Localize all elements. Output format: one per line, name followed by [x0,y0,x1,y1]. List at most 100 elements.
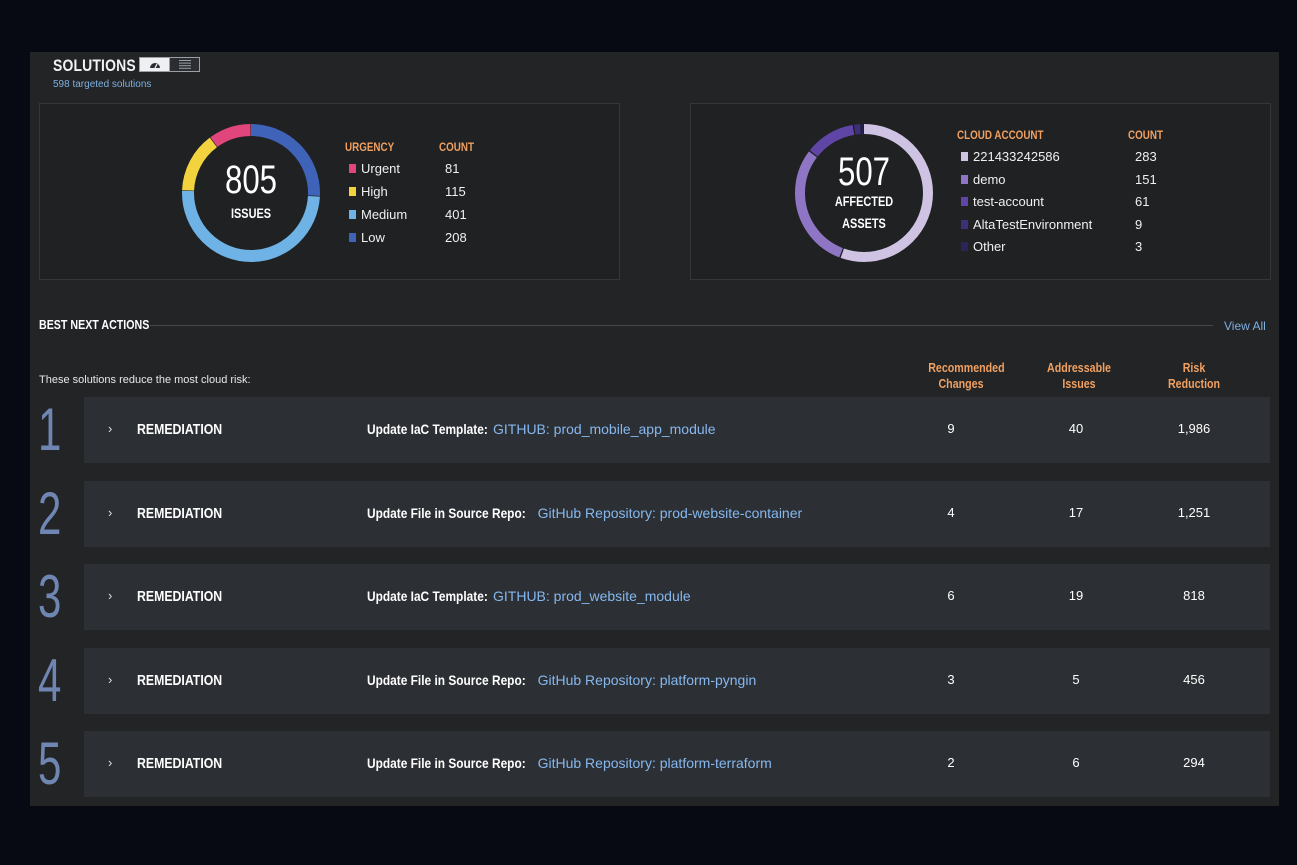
legend-count: 401 [445,207,467,222]
action-row[interactable]: › REMEDIATION Update File in Source Repo: … [84,647,1270,714]
legend-label: High [361,184,388,199]
action-verb: Update IaC Template: [367,421,488,437]
legend-count: 3 [1135,239,1143,254]
action-row[interactable]: › REMEDIATION Update File in Source Repo: … [84,731,1270,797]
issues-summary-card: 805 ISSUES URGENCY COUNT Urgent 81 High 115… [39,103,620,280]
cloud-account-legend-item: demo [961,172,1006,187]
urgency-header: URGENCY [345,140,395,154]
view-all-link[interactable]: View All [1224,319,1266,333]
action-type: REMEDIATION [137,671,223,689]
action-target-link[interactable]: GitHub Repository: prod-website-containe… [538,505,803,521]
addressable-issues-value: 5 [1072,671,1080,687]
action-row[interactable]: › REMEDIATION Update IaC Template: GITHUB:… [84,564,1270,630]
cloud-account-legend-item: AltaTestEnvironment [961,217,1092,232]
urgency-legend-item: Low [349,230,385,245]
legend-count: 283 [1135,149,1157,164]
action-rank: 5 [38,730,62,797]
legend-count: 81 [445,161,460,176]
legend-swatch [961,197,968,206]
solutions-panel: SOLUTIONS 598 targeted solutions 805 ISS… [30,52,1279,806]
action-type: REMEDIATION [137,755,223,772]
legend-swatch [349,233,356,242]
col-header-recommended-changes: Recommended Changes [928,360,1005,391]
list-icon [178,60,191,69]
issues-label: ISSUES [230,205,272,221]
legend-label: test-account [973,194,1044,209]
cloud-account-legend-item: test-account [961,194,1044,209]
cloud-account-legend-item: 221433242586 [961,149,1060,164]
legend-label: Urgent [361,161,401,176]
chevron-right-icon[interactable]: › [108,505,112,520]
cloud-account-legend-item: Other [961,239,1006,254]
list-view-button[interactable] [169,58,199,71]
action-verb: Update File in Source Repo: [367,504,526,521]
action-target-link[interactable]: GitHub Repository: platform-pyngin [538,672,757,688]
action-row[interactable]: › REMEDIATION Update IaC Template: GITHUB:… [84,397,1270,463]
urgency-count-header: COUNT [439,140,474,154]
action-verb: Update File in Source Repo: [367,671,526,688]
action-verb: Update File in Source Repo: [367,755,526,771]
col-header-addressable-issues: Addressable Issues [1046,360,1111,391]
action-target-link[interactable]: GITHUB: prod_mobile_app_module [493,421,716,437]
chevron-right-icon[interactable]: › [108,421,112,436]
legend-count: 208 [445,230,467,245]
action-rank: 3 [38,563,62,630]
action-rank: 2 [38,479,62,547]
view-toggle [139,57,200,72]
assets-label-line2: ASSETS [842,215,886,231]
addressable-issues-value: 17 [1068,504,1084,520]
action-description: Update File in Source Repo: GitHub Repos… [367,505,802,521]
cloud-account-header: CLOUD ACCOUNT [957,128,1044,142]
action-description: Update IaC Template: GITHUB: prod_websit… [367,588,691,604]
urgency-legend-item: Urgent [349,161,400,176]
urgency-legend-item: Medium [349,207,407,222]
action-rank: 4 [38,646,62,714]
action-description: Update File in Source Repo: GitHub Repos… [367,672,756,688]
legend-count: 9 [1135,216,1143,232]
legend-label: Low [361,230,385,245]
action-type: REMEDIATION [137,588,223,605]
action-description: Update IaC Template: GITHUB: prod_mobile… [367,421,716,437]
solutions-count: 598 targeted solutions [53,79,152,90]
assets-label-line1: AFFECTED [834,193,894,209]
chevron-right-icon[interactable]: › [108,672,112,687]
legend-label: demo [973,171,1006,187]
addressable-issues-value: 19 [1068,588,1084,603]
legend-label: Medium [361,207,408,222]
legend-swatch [961,242,968,251]
recommended-changes-value: 2 [947,755,955,770]
legend-label: 221433242586 [973,149,1060,164]
assets-summary-card: 507 AFFECTED ASSETS CLOUD ACCOUNT COUNT … [690,103,1271,280]
gauge-icon [149,63,160,69]
risk-reduction-value: 1,251 [1177,504,1211,520]
risk-reduction-value: 1,986 [1177,421,1211,436]
action-target-link[interactable]: GITHUB: prod_website_module [493,588,691,604]
legend-count: 61 [1135,194,1150,209]
action-verb: Update IaC Template: [367,588,488,604]
issues-total: 805 [224,158,278,202]
chevron-right-icon[interactable]: › [108,755,112,770]
risk-reduction-value: 456 [1183,671,1205,687]
legend-swatch [349,164,356,173]
action-type: REMEDIATION [137,421,223,438]
action-target-link[interactable]: GitHub Repository: platform-terraform [538,755,772,771]
legend-label: Other [973,239,1006,254]
legend-swatch [961,174,968,184]
best-next-actions-title: BEST NEXT ACTIONS [39,317,150,332]
page-title: SOLUTIONS [53,56,136,75]
assets-total: 507 [837,150,891,194]
col-header-risk-reduction: Risk Reduction [1167,360,1221,391]
best-next-actions-subtitle: These solutions reduce the most cloud ri… [39,374,251,386]
action-type: REMEDIATION [137,504,223,522]
chevron-right-icon[interactable]: › [108,588,112,603]
recommended-changes-value: 9 [947,421,955,436]
recommended-changes-value: 6 [947,588,955,603]
addressable-issues-value: 40 [1068,421,1084,436]
gauge-view-button[interactable] [140,58,169,71]
legend-swatch [349,210,356,219]
risk-reduction-value: 294 [1183,755,1205,770]
addressable-issues-value: 6 [1072,755,1080,770]
action-row[interactable]: › REMEDIATION Update File in Source Repo: … [84,480,1270,547]
recommended-changes-value: 3 [947,671,955,687]
urgency-legend-item: High [349,184,388,199]
